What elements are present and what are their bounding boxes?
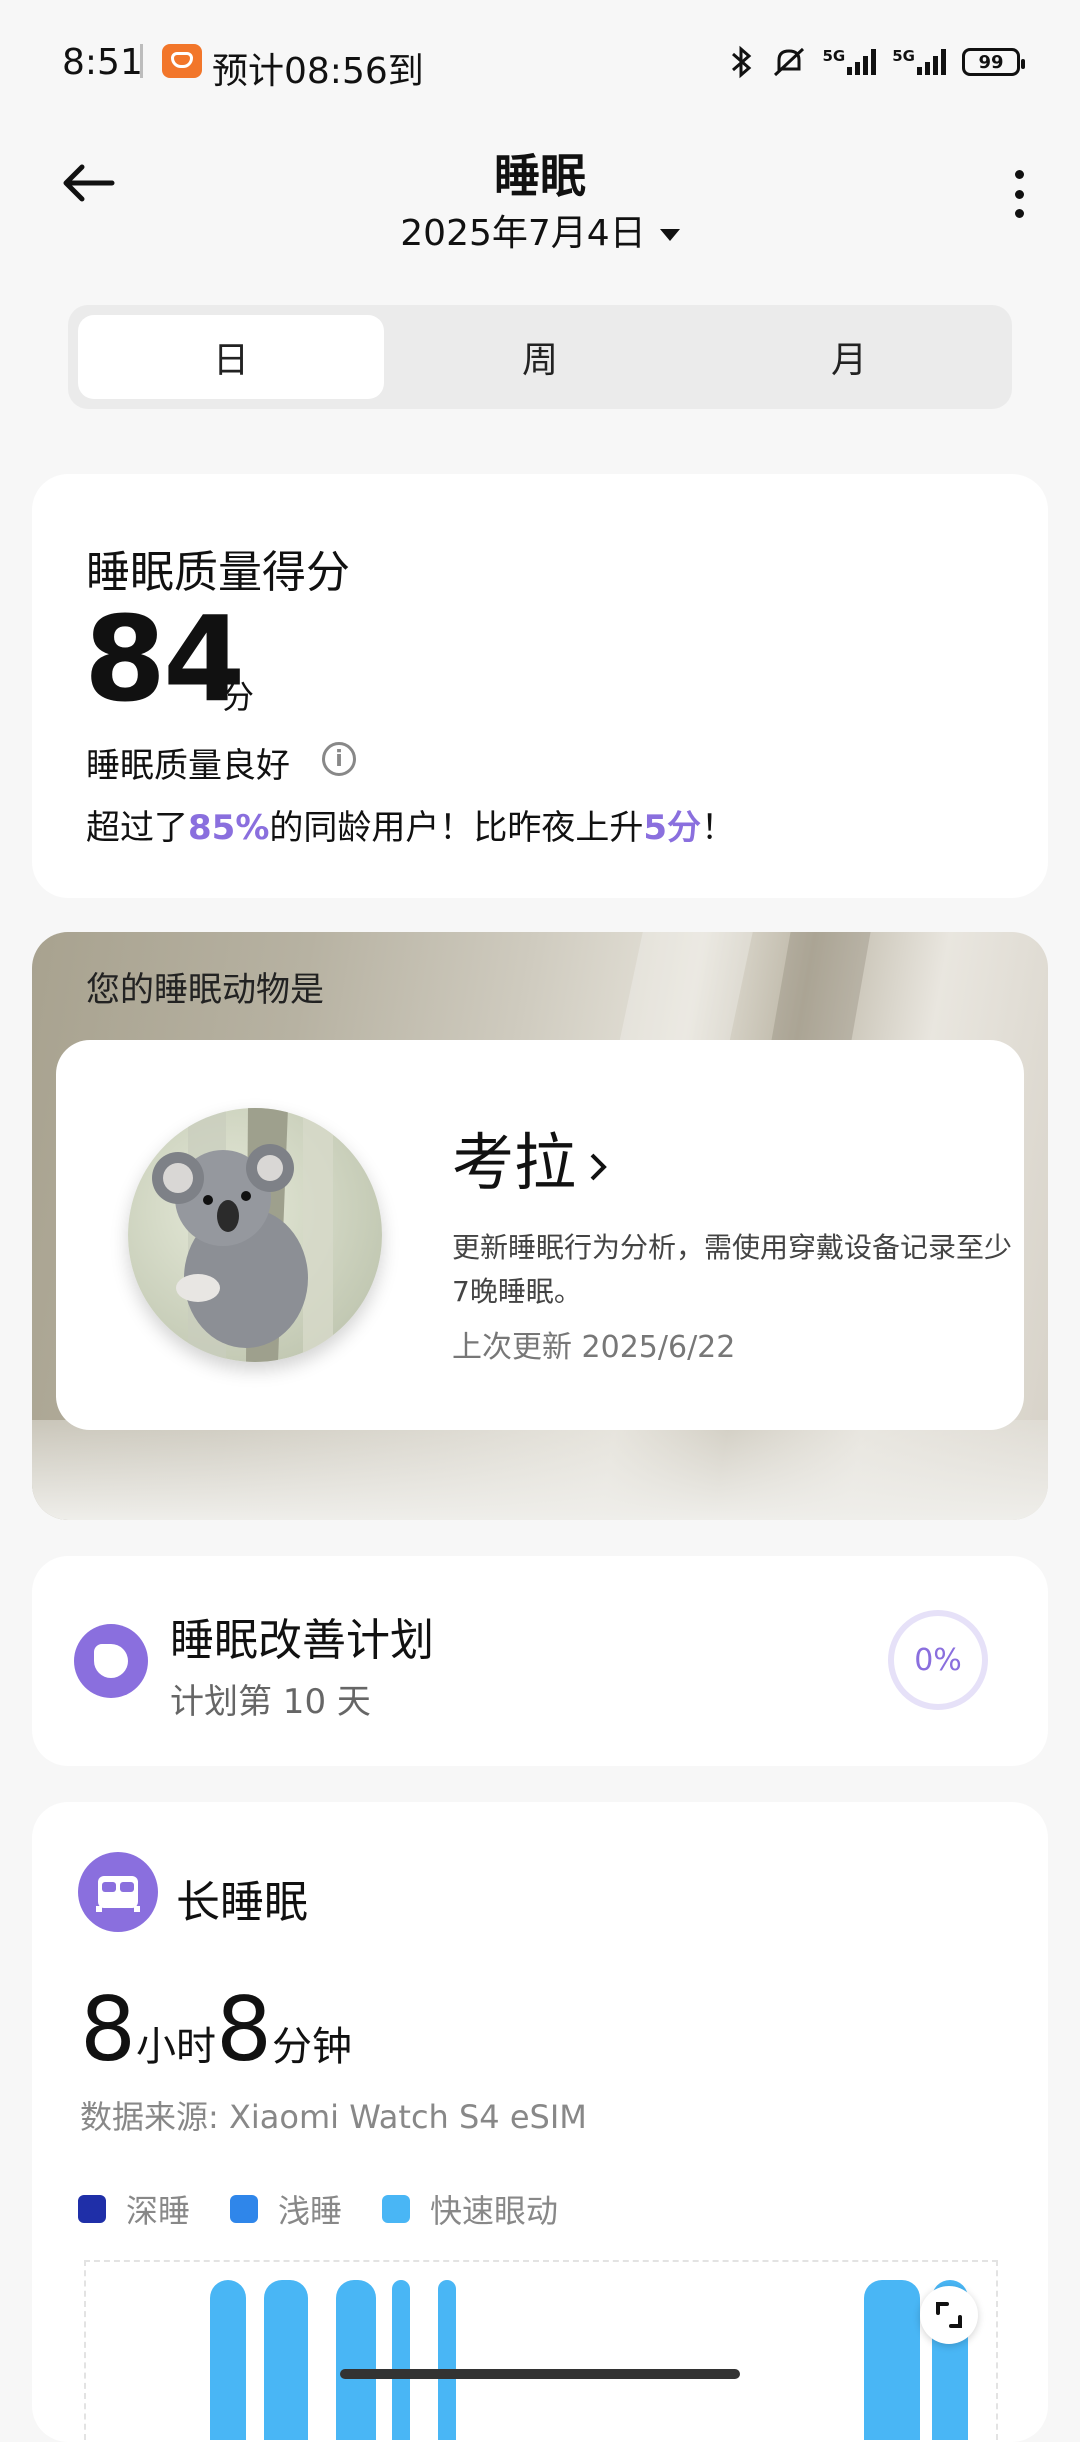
legend-deep: 深睡 <box>78 2186 190 2232</box>
sleep-stage-chart[interactable] <box>84 2260 998 2440</box>
koala-image <box>128 1108 382 1362</box>
delivery-app-icon <box>162 44 202 78</box>
score-rise-value: 5分 <box>643 808 702 848</box>
score-value: 84 <box>84 590 245 728</box>
plan-icon <box>74 1624 148 1698</box>
more-options-icon[interactable] <box>1004 170 1034 218</box>
chart-bar <box>864 2280 920 2440</box>
tab-month[interactable]: 月 <box>696 315 1002 399</box>
info-icon[interactable]: i <box>322 742 356 776</box>
tab-day[interactable]: 日 <box>78 315 384 399</box>
chart-bar <box>336 2280 376 2440</box>
sleep-duration: 8小时8分钟 <box>80 1978 352 2081</box>
legend-rem: 快速眼动 <box>382 2186 558 2232</box>
data-source: 数据来源: Xiaomi Watch S4 eSIM <box>80 2098 587 2136</box>
date-label: 2025年7月4日 <box>400 213 646 254</box>
score-comparison: 超过了85%的同龄用户！比昨夜上升5分！ <box>86 808 736 848</box>
plan-day: 计划第 10 天 <box>170 1682 371 1722</box>
bed-icon <box>78 1852 158 1932</box>
percentile-value: 85% <box>188 808 270 848</box>
legend-light: 浅睡 <box>230 2186 342 2232</box>
last-updated: 上次更新 2025/6/22 <box>452 1330 736 1365</box>
quality-label: 睡眠质量良好 <box>86 746 290 786</box>
chart-bar <box>210 2280 246 2440</box>
signal-icon-2: 5G <box>892 49 946 75</box>
status-eta: 预计08:56到 <box>212 51 424 92</box>
tab-week[interactable]: 周 <box>387 315 693 399</box>
mute-icon <box>773 47 804 77</box>
expand-icon[interactable] <box>920 2286 978 2344</box>
period-tabs: 日 周 月 <box>68 305 1012 409</box>
bluetooth-icon <box>731 45 751 79</box>
chevron-right-icon <box>590 1153 607 1181</box>
sleep-stage-legend: 深睡 浅睡 快速眼动 <box>78 2186 558 2232</box>
chart-bar <box>392 2280 410 2440</box>
caret-down-icon <box>659 229 680 241</box>
plan-progress-ring: 0% <box>888 1610 988 1710</box>
plan-title: 睡眠改善计划 <box>170 1615 434 1666</box>
animal-description: 更新睡眠行为分析，需使用穿戴设备记录至少7晚睡眠。 <box>452 1231 1013 1308</box>
chart-bar <box>264 2280 308 2440</box>
long-sleep-title: 长睡眠 <box>176 1877 308 1928</box>
status-icons: 5G 5G 99 <box>729 44 1025 80</box>
animal-name-link[interactable]: 考拉 <box>452 1112 612 1202</box>
battery-icon: 99 <box>962 48 1025 76</box>
home-indicator[interactable] <box>340 2369 740 2379</box>
signal-icon-1: 5G <box>823 49 877 75</box>
chart-bar <box>438 2280 456 2440</box>
score-unit: 分 <box>222 678 255 716</box>
date-selector[interactable]: 2025年7月4日 <box>0 204 1080 256</box>
card-bottom-fade <box>32 1420 1048 1520</box>
page-title: 睡眠 <box>494 149 586 203</box>
animal-label: 您的睡眠动物是 <box>86 970 324 1010</box>
status-time: 8:51 <box>62 42 143 83</box>
status-divider <box>140 44 143 78</box>
